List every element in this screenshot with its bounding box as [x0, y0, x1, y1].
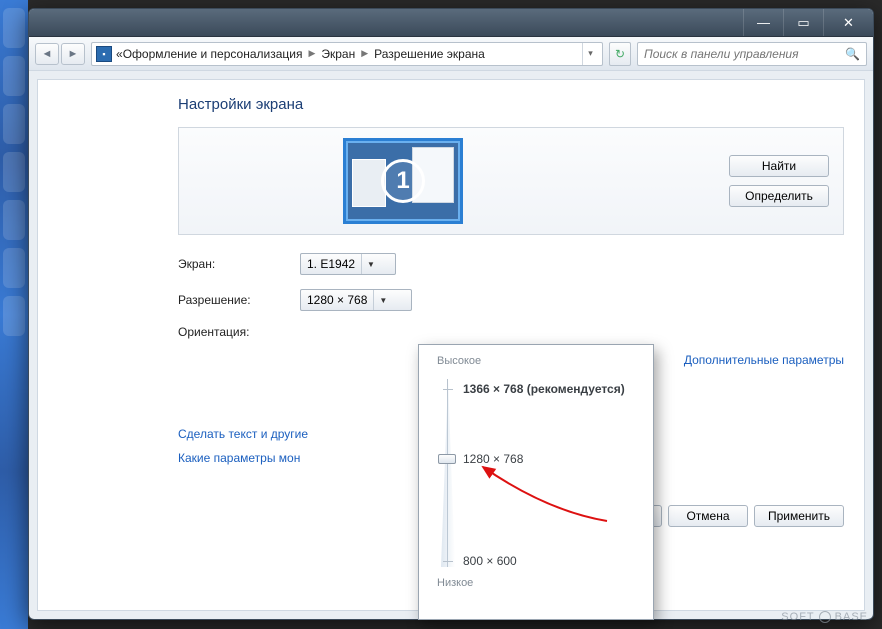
orientation-label: Ориентация: — [178, 325, 300, 339]
slider-thumb[interactable] — [438, 454, 456, 464]
breadcrumb-item[interactable]: Разрешение экрана — [374, 47, 485, 61]
slider-option-mid[interactable]: 1280 × 768 — [463, 452, 523, 466]
apply-button[interactable]: Применить — [754, 505, 844, 527]
slider-high-label: Высокое — [437, 355, 639, 367]
nav-forward-button[interactable]: ► — [61, 43, 85, 65]
slider-low-label: Низкое — [437, 577, 639, 589]
screen-combo[interactable]: 1. E1942 ▼ — [300, 253, 396, 275]
monitor-params-link[interactable]: Какие параметры мон — [178, 451, 300, 465]
search-icon[interactable]: 🔍 — [845, 47, 860, 61]
breadcrumb-item[interactable]: Экран — [321, 47, 355, 61]
advanced-settings-link[interactable]: Дополнительные параметры — [684, 353, 844, 367]
search-input[interactable] — [644, 47, 845, 61]
address-bar[interactable]: ▪ « Оформление и персонализация ▶ Экран … — [91, 42, 603, 66]
page-title: Настройки экрана — [178, 96, 844, 113]
titlebar[interactable]: — ▭ ✕ — [29, 9, 873, 37]
breadcrumb-prefix: « — [116, 47, 123, 61]
resolution-combo[interactable]: 1280 × 768 ▼ — [300, 289, 412, 311]
close-button[interactable]: ✕ — [823, 9, 873, 36]
search-box[interactable]: 🔍 — [637, 42, 867, 66]
chevron-right-icon: ▶ — [361, 48, 368, 59]
resolution-combo-value: 1280 × 768 — [307, 293, 367, 307]
resolution-label: Разрешение: — [178, 293, 300, 307]
address-dropdown-button[interactable]: ▾ — [582, 43, 598, 65]
cancel-button[interactable]: Отмена — [668, 505, 748, 527]
control-panel-icon: ▪ — [96, 46, 112, 62]
refresh-button[interactable]: ↻ — [609, 42, 631, 66]
breadcrumb-item[interactable]: Оформление и персонализация — [123, 47, 303, 61]
find-button[interactable]: Найти — [729, 155, 829, 177]
slider-option-recommended[interactable]: 1366 × 768 (рекомендуется) — [463, 382, 625, 396]
slider-option-low[interactable]: 800 × 600 — [463, 554, 517, 568]
screen-combo-value: 1. E1942 — [307, 257, 355, 271]
resolution-dropdown-panel[interactable]: Высокое 1366 × 768 (рекомендуется) 1280 … — [418, 344, 654, 620]
navigation-bar: ◄ ► ▪ « Оформление и персонализация ▶ Эк… — [29, 37, 873, 71]
monitor-preview-panel: 1 Найти Определить — [178, 127, 844, 235]
annotation-arrow-icon — [477, 461, 617, 531]
screen-label: Экран: — [178, 257, 300, 271]
monitor-number-badge: 1 — [381, 159, 425, 203]
chevron-right-icon: ▶ — [308, 48, 315, 59]
nav-back-button[interactable]: ◄ — [35, 43, 59, 65]
text-size-link[interactable]: Сделать текст и другие — [178, 427, 308, 441]
detect-button[interactable]: Определить — [729, 185, 829, 207]
maximize-button[interactable]: ▭ — [783, 9, 823, 36]
watermark: SOFTBASE — [781, 611, 868, 623]
monitor-thumbnail[interactable]: 1 — [343, 138, 463, 224]
desktop-left-strip — [0, 0, 28, 629]
chevron-down-icon: ▼ — [373, 290, 387, 310]
resolution-slider[interactable]: 1366 × 768 (рекомендуется) 1280 × 768 80… — [437, 373, 639, 573]
minimize-button[interactable]: — — [743, 9, 783, 36]
chevron-down-icon: ▼ — [361, 254, 375, 274]
